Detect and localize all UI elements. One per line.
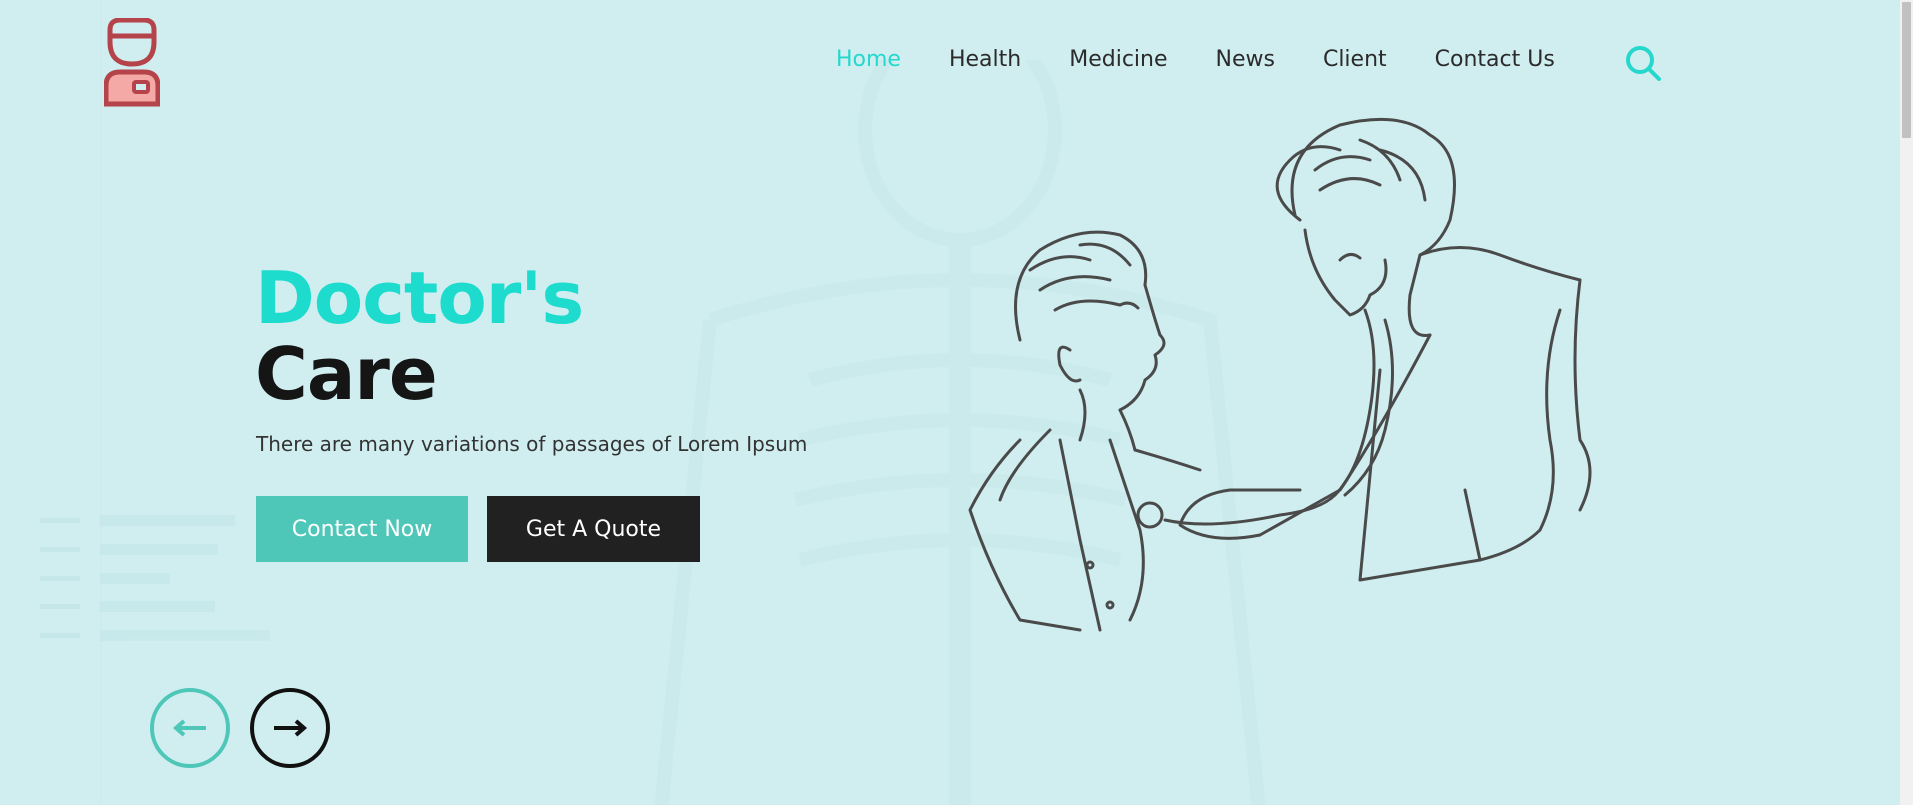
site-header: Home Health Medicine News Client Contact… — [0, 0, 1900, 120]
hero-title: Doctor's Care — [255, 256, 584, 416]
hero-title-line2: Care — [255, 332, 438, 416]
arrow-left-icon — [172, 719, 206, 737]
page-scrollbar[interactable] — [1900, 0, 1913, 805]
arrow-right-icon — [274, 719, 308, 737]
main-nav: Home Health Medicine News Client Contact… — [836, 47, 1603, 72]
hero-title-line1: Doctor's — [255, 256, 584, 340]
nav-home[interactable]: Home — [836, 47, 901, 72]
doctor-logo-icon[interactable] — [103, 17, 161, 108]
hero-subtitle: There are many variations of passages of… — [256, 432, 808, 456]
nav-client[interactable]: Client — [1323, 47, 1387, 72]
search-icon[interactable] — [1624, 44, 1662, 82]
nav-medicine[interactable]: Medicine — [1069, 47, 1167, 72]
nav-contact-us[interactable]: Contact Us — [1435, 47, 1555, 72]
slider-next-button[interactable] — [250, 688, 330, 768]
get-a-quote-button[interactable]: Get A Quote — [487, 496, 700, 562]
doctor-patient-illustration — [968, 117, 1592, 632]
scrollbar-thumb[interactable] — [1902, 2, 1911, 138]
nav-health[interactable]: Health — [949, 47, 1021, 72]
background-bars-watermark — [40, 505, 280, 655]
slider-prev-button[interactable] — [150, 688, 230, 768]
contact-now-button[interactable]: Contact Now — [256, 496, 468, 562]
nav-news[interactable]: News — [1216, 47, 1275, 72]
